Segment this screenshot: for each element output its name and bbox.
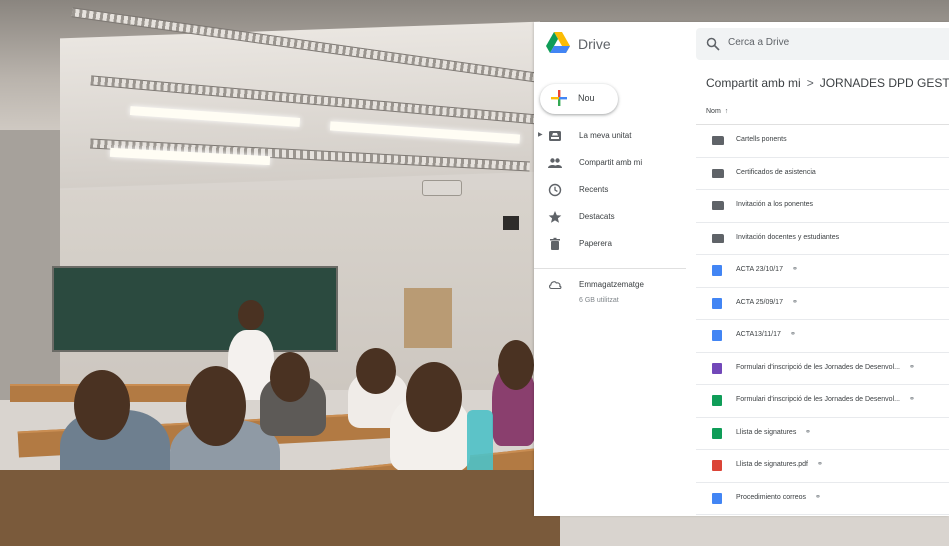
shared-people-icon: ⚭ [817, 461, 823, 468]
sidebar-item-label: Paperera [579, 239, 612, 248]
shared-people-icon: ⚭ [909, 396, 915, 403]
new-button[interactable]: Nou [540, 84, 618, 114]
person-head [238, 300, 264, 330]
search-input[interactable]: Cerca a Drive [728, 37, 789, 48]
file-row[interactable]: Formulari d'inscripció de les Jornades d… [696, 385, 949, 418]
person-head [356, 348, 396, 394]
file-name: Llista de signatures.pdf [736, 461, 808, 468]
water-bottle [467, 410, 493, 476]
sheet-icon [712, 427, 722, 439]
sidebar-item-trash[interactable]: Paperera [534, 233, 686, 255]
file-name: Invitación a los ponentes [736, 201, 814, 208]
column-header-label: Nom [706, 108, 721, 115]
shared-people-icon: ⚭ [815, 493, 821, 501]
file-row[interactable]: Llista de signatures.pdf ⚭ [696, 450, 949, 483]
side-wall [0, 130, 60, 400]
storage-used-text: 6 GB utilitzat [579, 297, 619, 304]
star-icon [548, 211, 562, 223]
drive-logo-icon[interactable] [546, 32, 570, 54]
sidebar-item-label: Destacats [579, 212, 615, 221]
file-name: Llista de signatures [736, 428, 797, 436]
file-row[interactable]: Procedimiento correos ⚭ [696, 483, 949, 515]
shared-folder-icon [712, 168, 724, 178]
file-list-area: Compartit amb mi > JORNADES DPD GESTI Nom ↑… [696, 68, 949, 516]
file-row[interactable]: Certificados de asistencia [696, 158, 949, 190]
file-name: Certificados de asistencia [736, 168, 816, 176]
doc-icon [712, 330, 722, 341]
projector [422, 180, 462, 196]
drive-window: Drive Cerca a Drive Nou ▶ La meva unitat… [534, 22, 949, 516]
file-row[interactable]: ACTA13/11/17 ⚭ [696, 320, 949, 353]
my-drive-icon [549, 131, 561, 141]
shared-folder-icon [712, 233, 724, 243]
shared-people-icon [548, 158, 562, 168]
sidebar: Nou ▶ La meva unitat Compartit amb mi Re… [534, 68, 686, 516]
doc-icon [712, 265, 722, 276]
breadcrumb-root[interactable]: Compartit amb mi [706, 76, 801, 90]
file-name: Procedimiento correos [736, 493, 807, 501]
shared-people-icon: ⚭ [790, 331, 796, 338]
new-button-label: Nou [578, 93, 595, 103]
file-name: Formulari d'inscripció de les Jornades d… [736, 396, 900, 403]
floor [0, 470, 560, 546]
person-head [270, 352, 310, 402]
speaker [503, 216, 519, 230]
file-row[interactable]: ACTA 23/10/17 ⚭ [696, 255, 949, 288]
file-row[interactable]: Invitación docentes y estudiantes [696, 223, 949, 255]
blackboard [52, 266, 338, 352]
shared-folder-icon [712, 201, 724, 210]
shared-people-icon: ⚭ [805, 428, 811, 436]
sidebar-item-label: Recents [579, 185, 609, 194]
sidebar-divider [534, 268, 686, 269]
file-name: ACTA 23/10/17 [736, 266, 783, 273]
file-name: Formulari d'inscripció de les Jornades d… [736, 363, 900, 371]
plus-icon [551, 90, 567, 106]
shared-people-icon: ⚭ [909, 363, 915, 371]
form-icon [712, 362, 722, 374]
person-head [74, 370, 130, 440]
doc-icon [712, 492, 722, 504]
file-row[interactable]: Llista de signatures ⚭ [696, 418, 949, 450]
search-icon[interactable] [706, 37, 720, 51]
sidebar-item-label: Compartit amb mi [579, 158, 643, 167]
shared-people-icon: ⚭ [792, 298, 798, 306]
doc-icon [712, 297, 722, 309]
storage-label[interactable]: Emmagatzematge [579, 280, 644, 289]
file-row[interactable]: Cartells ponents [696, 125, 949, 158]
breadcrumb: Compartit amb mi > JORNADES DPD GESTI [706, 76, 949, 90]
search-box[interactable]: Cerca a Drive [696, 28, 949, 60]
file-name: Invitación docentes y estudiantes [736, 233, 840, 241]
sidebar-item-my-drive[interactable]: ▶ La meva unitat [534, 125, 686, 147]
file-name: Cartells ponents [736, 136, 787, 143]
expand-caret-icon[interactable]: ▶ [538, 131, 543, 138]
drive-brand[interactable]: Drive [578, 36, 611, 52]
person-head [186, 366, 246, 446]
column-header-name[interactable]: Nom ↑ [706, 108, 728, 115]
sidebar-item-recent[interactable]: Recents [534, 179, 686, 201]
cloud-icon [549, 281, 562, 290]
sheet-icon [712, 395, 722, 406]
file-name: ACTA13/11/17 [736, 331, 781, 338]
person-head [498, 340, 534, 390]
person-head [406, 362, 462, 432]
clock-icon [548, 183, 562, 197]
sidebar-item-starred[interactable]: Destacats [534, 206, 686, 228]
file-row[interactable]: Invitación a los ponentes [696, 190, 949, 223]
trash-icon [550, 237, 560, 250]
shared-people-icon: ⚭ [792, 266, 798, 273]
sort-arrow-icon[interactable]: ↑ [725, 108, 729, 115]
sidebar-item-shared-with-me[interactable]: Compartit amb mi [534, 152, 686, 174]
drive-topbar: Drive Cerca a Drive [534, 22, 949, 68]
file-name: ACTA 25/09/17 [736, 298, 783, 306]
corkboard [404, 288, 452, 348]
file-row[interactable]: ACTA 25/09/17 ⚭ [696, 288, 949, 320]
pdf-icon [712, 460, 722, 471]
file-row[interactable]: Formulari d'inscripció de les Jornades d… [696, 353, 949, 385]
sidebar-item-label: La meva unitat [579, 131, 632, 140]
breadcrumb-separator-icon: > [806, 76, 814, 90]
breadcrumb-current[interactable]: JORNADES DPD GESTI [820, 76, 949, 90]
shared-folder-icon [712, 136, 724, 145]
